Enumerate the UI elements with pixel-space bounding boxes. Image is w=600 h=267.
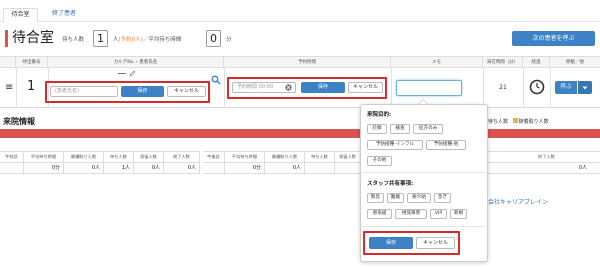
purpose-chip-other-vaccine[interactable]: 予防接種-他	[426, 140, 466, 150]
stats-right-value: 0人	[265, 163, 305, 173]
waiting-unit-note: 人(予約0人)／平均待ち時間	[113, 36, 181, 44]
stats-right-header: 平均待ち時間	[225, 152, 265, 162]
legend-swatch-called	[512, 118, 518, 123]
cell-divider	[550, 68, 551, 108]
footer-brand-link[interactable]: 会社キャリアブレイン	[488, 199, 548, 207]
stats-left-header: 午前診	[0, 152, 24, 162]
staff-chip-visual[interactable]: 視覚障害	[395, 209, 427, 219]
name-save-button[interactable]: 保存	[121, 86, 164, 97]
waiting-count-value: 1	[93, 30, 108, 47]
col-memo: メモ	[391, 57, 483, 68]
popover-divider	[362, 172, 486, 173]
purpose-chip-other[interactable]: その他	[367, 156, 392, 166]
patient-name-input[interactable]: (患者氏名)	[50, 86, 118, 97]
avg-wait-label: ／平均待ち時間	[142, 37, 182, 43]
staff-chip-vip[interactable]: VIP	[430, 209, 447, 219]
staff-chip-hurry[interactable]: 急ぎ	[434, 193, 451, 203]
reservation-time-placeholder: 予約時間 00:00	[237, 84, 273, 90]
col-stay-minutes: 滞在時間（分）	[483, 57, 523, 68]
stats-left-value	[0, 163, 24, 173]
clock-icon	[529, 79, 545, 95]
col-patient: カルテNo.・患者氏名	[48, 57, 224, 68]
drag-handle-icon[interactable]: ≡	[5, 83, 13, 93]
purpose-chip-flu-vaccine[interactable]: 予防接種-インフル	[367, 140, 423, 150]
stats-left-header: 終了人数	[164, 152, 200, 162]
stats-right-value	[305, 163, 335, 173]
call-number: 1	[27, 79, 36, 94]
staff-chip-infection[interactable]: 感染疑	[367, 209, 392, 219]
clear-icon[interactable]	[285, 84, 292, 91]
name-cancel-button[interactable]: キャンセル	[167, 86, 206, 97]
stats-right-header: 終了人数	[538, 154, 555, 159]
waiting-count-label: 待ち人数	[62, 37, 85, 43]
call-dropdown-toggle[interactable]	[578, 81, 592, 94]
tab-bar: 待合室 終了患者	[0, 0, 600, 23]
stats-right-value	[203, 163, 225, 173]
purpose-chip-test[interactable]: 検査	[390, 124, 410, 134]
legend-label-waiting: 待ち人数	[488, 118, 509, 125]
col-call-number: 呼出番号	[16, 57, 48, 68]
stats-left-bottom-border	[0, 173, 200, 174]
waiting-progress-bar	[0, 129, 600, 138]
popover-save-button[interactable]: 保存	[369, 237, 413, 249]
staff-chip-urgent[interactable]: 緊急	[367, 193, 384, 203]
popover-divider	[362, 226, 486, 227]
stats-left-value: 0人	[164, 163, 200, 173]
staff-chip-hearing[interactable]: 難聴	[387, 193, 404, 203]
stats-right-value	[335, 163, 360, 173]
staff-chip-assistance[interactable]: 要介助	[407, 193, 431, 203]
stats-right-value: 0人	[578, 165, 587, 171]
reserved-note: (予約0人)	[118, 37, 143, 43]
avg-wait-value: 0	[206, 30, 221, 47]
col-progress: 経過	[523, 57, 550, 68]
cell-divider	[391, 68, 392, 108]
stats-left-value: 0分	[24, 163, 64, 173]
popover-arrow-inner	[419, 100, 427, 104]
stats-right-value: 0分	[225, 163, 265, 173]
chart-legend: 待ち人数 随着取り人数	[482, 118, 549, 126]
tab-waiting-room[interactable]: 待合室	[3, 8, 38, 23]
staff-chip-new[interactable]: 新規	[450, 209, 467, 219]
page-title: 待合室	[12, 30, 54, 46]
title-accent-bar	[5, 30, 8, 47]
stats-right-header: 午後診	[203, 152, 225, 162]
tab-finished-patients[interactable]: 終了患者	[44, 8, 84, 22]
reservation-cancel-button[interactable]: キャンセル	[348, 82, 383, 93]
col-move: 移動／他	[566, 60, 584, 65]
stats-left-value: 1人	[104, 163, 134, 173]
stay-minutes-value: 21	[499, 84, 507, 91]
visit-info-title: 来院情報	[3, 117, 35, 126]
cell-divider	[224, 68, 225, 108]
stats-left-value: 0人	[134, 163, 164, 173]
table-header: 呼出番号 カルテNo.・患者氏名 予約時間 メモ 滞在時間（分） 経過 移動／他	[0, 56, 600, 68]
reservation-save-button[interactable]: 保存	[301, 82, 345, 93]
stats-left-header: 待ち人数	[104, 152, 134, 162]
staff-notes-title: スタッフ共有事項:	[367, 181, 414, 187]
stats-right-header: 最優取り人数	[265, 152, 305, 162]
stats-right-header: 保留人数	[339, 154, 356, 159]
memo-input[interactable]	[396, 80, 462, 96]
stats-left-header: 平均待ち時間	[24, 152, 64, 162]
stats-left-header: 最優取り人数	[64, 152, 104, 162]
legend-label-called: 随着取り人数	[518, 118, 549, 125]
purpose-chip-exam[interactable]: 診察	[367, 124, 387, 134]
cell-divider	[16, 68, 17, 108]
purpose-chip-prescription[interactable]: 処方のみ	[413, 124, 443, 134]
caret-down-icon	[582, 86, 588, 90]
stats-left-header: 保留人数	[134, 152, 164, 162]
call-patient-button[interactable]: 呼ぶ	[555, 81, 577, 94]
minutes-label: 分	[226, 37, 232, 43]
col-menu	[0, 57, 16, 68]
name-dash	[118, 73, 126, 74]
visit-purpose-title: 来院目的:	[367, 112, 392, 118]
col-reservation: 予約時間	[224, 57, 391, 68]
stats-right-header: 待ち人数	[305, 152, 335, 162]
search-icon[interactable]	[211, 75, 221, 85]
cell-divider	[523, 68, 524, 108]
call-next-patient-button[interactable]: 次の患者を呼ぶ	[512, 31, 595, 46]
stats-left-value: 0人	[64, 163, 104, 173]
legend-called: 随着取り人数	[512, 118, 549, 125]
popover-cancel-button[interactable]: キャンセル	[416, 237, 455, 249]
edit-pencil-icon[interactable]	[129, 70, 136, 77]
